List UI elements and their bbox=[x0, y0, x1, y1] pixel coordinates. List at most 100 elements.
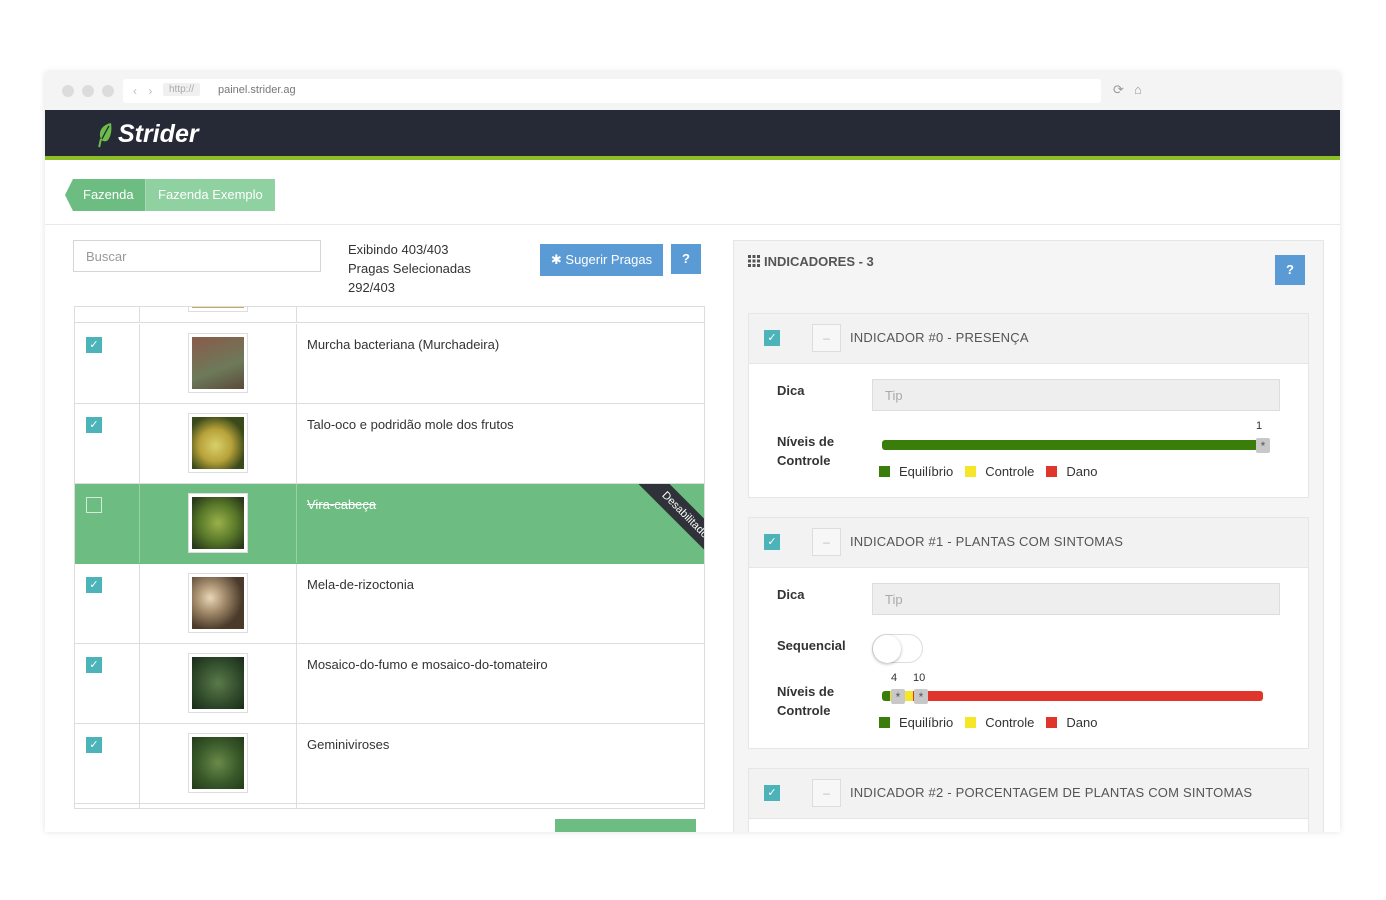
legend-swatch-controle bbox=[965, 466, 977, 477]
pest-checkbox[interactable]: ✓ bbox=[86, 737, 102, 753]
url-protocol: http:// bbox=[163, 83, 201, 96]
equilibrium-bar bbox=[882, 440, 1260, 450]
levels-legend: Equilíbrio Controle Dano bbox=[879, 464, 1109, 479]
legend-swatch-equilibrio bbox=[879, 717, 890, 728]
window-minimize-dot[interactable] bbox=[82, 85, 94, 97]
window-close-dot[interactable] bbox=[62, 85, 74, 97]
window-maximize-dot[interactable] bbox=[102, 85, 114, 97]
address-bar[interactable]: ‹ › http:// painel.strider.ag bbox=[123, 79, 1101, 103]
disabled-ribbon: Desabilitado bbox=[626, 484, 704, 564]
indicator-title: INDICADOR #1 - PLANTAS COM SINTOMAS bbox=[850, 534, 1124, 549]
pest-thumbnail bbox=[188, 733, 248, 793]
slider-handle[interactable]: * bbox=[891, 689, 905, 704]
indicator-checkbox[interactable]: ✓ bbox=[764, 534, 780, 550]
levels-label: Níveis de Controle bbox=[777, 684, 835, 718]
collapse-button[interactable]: – bbox=[812, 528, 841, 556]
threshold-value: 4 bbox=[891, 672, 898, 684]
indicators-title: INDICADORES - 3 bbox=[764, 254, 874, 269]
pest-name: Murcha bacteriana (Murchadeira) bbox=[307, 337, 500, 352]
search-input[interactable]: Buscar bbox=[73, 240, 321, 272]
tip-input[interactable]: Tip bbox=[872, 379, 1280, 411]
reload-icon[interactable]: ⟳ bbox=[1113, 82, 1124, 98]
pest-table: ✓ Murcha bacteriana (Murchadeira) ✓ Talo… bbox=[74, 306, 705, 809]
table-row[interactable]: ✓ Murcha bacteriana (Murchadeira) bbox=[75, 324, 704, 404]
leaf-icon bbox=[98, 122, 112, 147]
pest-name: Mela-de-rizoctonia bbox=[307, 577, 414, 592]
pest-name: Mosaico-do-fumo e mosaico-do-tomateiro bbox=[307, 657, 548, 672]
indicator-header: ✓ – INDICADOR #2 - PORCENTAGEM DE PLANTA… bbox=[749, 769, 1308, 819]
divider bbox=[45, 224, 1340, 225]
sequential-toggle[interactable] bbox=[872, 634, 923, 663]
legend-swatch-dano bbox=[1046, 717, 1058, 728]
indicator-card: ✓ – INDICADOR #1 - PLANTAS COM SINTOMAS … bbox=[748, 517, 1309, 749]
browser-toolbar: ‹ › http:// painel.strider.ag ⟳ ⌂ bbox=[45, 72, 1340, 110]
pest-thumbnail bbox=[188, 307, 248, 312]
grid-icon bbox=[748, 255, 760, 267]
breadcrumb-fazenda-exemplo[interactable]: Fazenda Exemplo bbox=[146, 179, 275, 211]
slider-handle[interactable]: * bbox=[1256, 438, 1270, 453]
legend-swatch-controle bbox=[965, 717, 977, 728]
tip-label: Dica bbox=[777, 383, 805, 398]
table-row[interactable]: ✓ Mela-de-rizoctonia bbox=[75, 564, 704, 644]
table-row[interactable] bbox=[75, 804, 704, 808]
sequential-label: Sequencial bbox=[777, 638, 846, 653]
suggest-pests-label: Sugerir Pragas bbox=[565, 252, 653, 267]
indicator-title: INDICADOR #2 - PORCENTAGEM DE PLANTAS CO… bbox=[850, 785, 1253, 800]
bug-icon: ✱ bbox=[550, 252, 562, 267]
table-row-disabled[interactable]: Vira-cabeça Desabilitado bbox=[75, 484, 704, 564]
breadcrumb-fazenda[interactable]: Fazenda bbox=[65, 179, 146, 211]
collapse-button[interactable]: – bbox=[812, 324, 841, 352]
legend-swatch-dano bbox=[1046, 466, 1058, 477]
browser-window: ‹ › http:// painel.strider.ag ⟳ ⌂ Stride… bbox=[45, 72, 1340, 832]
pest-name: Geminiviroses bbox=[307, 737, 390, 752]
indicator-checkbox[interactable]: ✓ bbox=[764, 330, 780, 346]
home-icon[interactable]: ⌂ bbox=[1134, 82, 1142, 97]
pest-thumbnail bbox=[188, 333, 248, 393]
levels-legend: Equilíbrio Controle Dano bbox=[879, 715, 1109, 730]
pest-thumbnail bbox=[188, 493, 248, 553]
tip-label: Dica bbox=[777, 587, 805, 602]
pest-checkbox[interactable] bbox=[86, 497, 102, 513]
table-row[interactable]: ✓ Mosaico-do-fumo e mosaico-do-tomateiro bbox=[75, 644, 704, 724]
pest-checkbox[interactable]: ✓ bbox=[86, 417, 102, 433]
app-header: Strider bbox=[45, 110, 1340, 160]
selected-count: 292/403 bbox=[348, 280, 395, 295]
levels-label: Níveis de Controle bbox=[777, 434, 835, 468]
pests-help-button[interactable]: ? bbox=[671, 244, 701, 274]
indicators-panel: INDICADORES - 3 ? ✓ – INDICADOR #0 - PRE… bbox=[733, 240, 1324, 832]
indicator-header: ✓ – INDICADOR #1 - PLANTAS COM SINTOMAS bbox=[749, 518, 1308, 568]
indicator-card: ✓ – INDICADOR #0 - PRESENÇA Dica Tip Nív… bbox=[748, 313, 1309, 498]
indicators-header: INDICADORES - 3 bbox=[748, 254, 874, 269]
indicator-checkbox[interactable]: ✓ bbox=[764, 785, 780, 801]
collapse-button[interactable]: – bbox=[812, 779, 841, 807]
save-button[interactable] bbox=[555, 819, 696, 832]
equilibrium-bar bbox=[882, 691, 890, 701]
suggest-pests-button[interactable]: ✱ Sugerir Pragas bbox=[540, 244, 663, 276]
slider-handle[interactable]: * bbox=[914, 689, 928, 704]
pest-thumbnail bbox=[188, 653, 248, 713]
strider-logo[interactable]: Strider bbox=[97, 120, 199, 149]
damage-bar bbox=[913, 691, 1263, 701]
pest-thumbnail bbox=[188, 573, 248, 633]
indicator-header: ✓ – INDICADOR #0 - PRESENÇA bbox=[749, 314, 1308, 364]
selected-label: Pragas Selecionadas bbox=[348, 261, 471, 276]
threshold-value: 1 bbox=[1256, 420, 1263, 432]
pest-checkbox[interactable]: ✓ bbox=[86, 657, 102, 673]
pest-stats: Exibindo 403/403 Pragas Selecionadas 292… bbox=[348, 240, 471, 297]
brand-name: Strider bbox=[118, 120, 199, 148]
url-host: painel.strider.ag bbox=[218, 84, 296, 96]
pest-checkbox[interactable]: ✓ bbox=[86, 337, 102, 353]
pest-name: Talo-oco e podridão mole dos frutos bbox=[307, 417, 514, 432]
table-row[interactable]: ✓ Geminiviroses bbox=[75, 724, 704, 804]
tip-input[interactable]: Tip bbox=[872, 583, 1280, 615]
threshold-value: 10 bbox=[913, 672, 926, 684]
indicator-title: INDICADOR #0 - PRESENÇA bbox=[850, 330, 1029, 345]
back-forward-icon[interactable]: ‹ › bbox=[133, 84, 156, 98]
table-row[interactable]: ✓ Talo-oco e podridão mole dos frutos bbox=[75, 404, 704, 484]
showing-count: Exibindo 403/403 bbox=[348, 242, 449, 257]
pest-thumbnail bbox=[188, 413, 248, 473]
table-row[interactable] bbox=[75, 307, 704, 323]
pest-name: Vira-cabeça bbox=[307, 497, 377, 512]
indicators-help-button[interactable]: ? bbox=[1275, 255, 1305, 285]
pest-checkbox[interactable]: ✓ bbox=[86, 577, 102, 593]
